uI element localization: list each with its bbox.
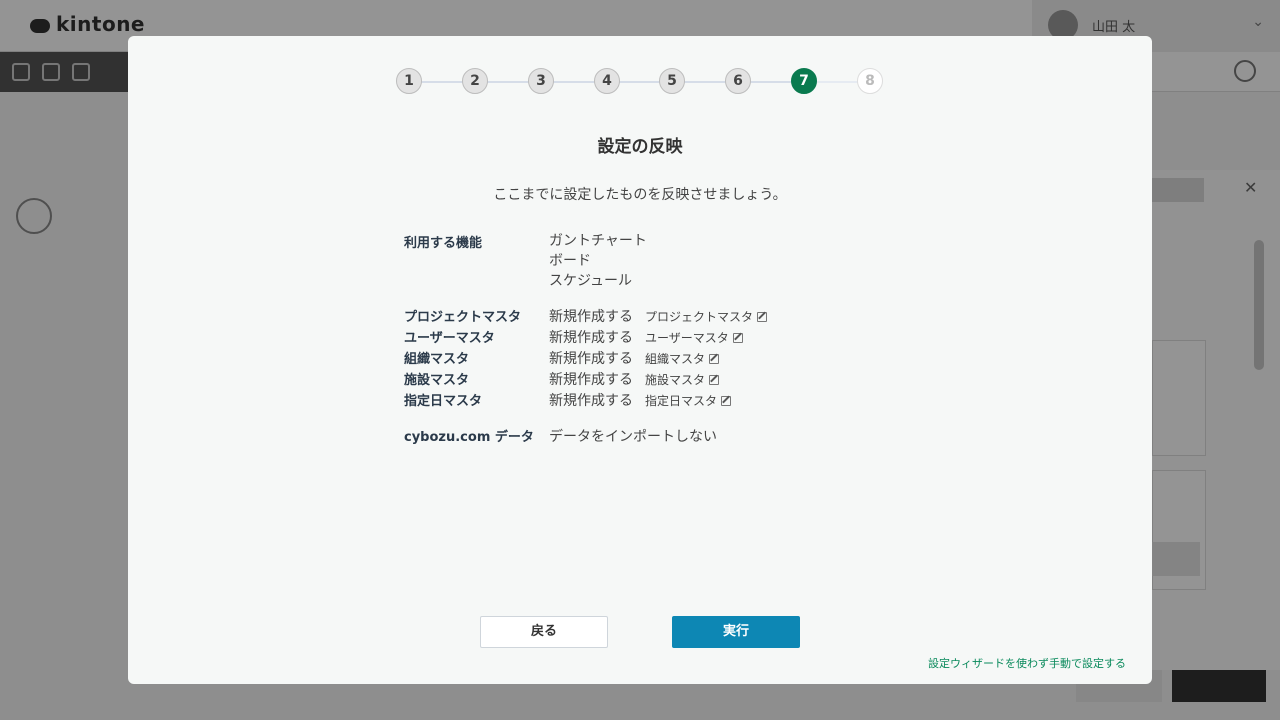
cybozu-data-value: データをインポートしない	[549, 429, 717, 445]
master-name-date[interactable]: 指定日マスタ	[645, 392, 732, 409]
step-8: 8	[857, 68, 883, 94]
master-label-facility: 施設マスタ	[404, 373, 470, 388]
master-action-date: 新規作成する	[549, 393, 633, 409]
step-7: 7	[791, 68, 817, 94]
step-6[interactable]: 6	[725, 68, 751, 94]
features-label: 利用する機能	[404, 236, 483, 251]
dialog-title: 設定の反映	[597, 137, 683, 157]
master-name-organization[interactable]: 組織マスタ	[645, 350, 720, 367]
master-name-user[interactable]: ユーザーマスタ	[645, 329, 743, 346]
step-2[interactable]: 2	[462, 68, 488, 94]
step-4[interactable]: 4	[594, 68, 620, 94]
feature-item: スケジュール	[549, 273, 633, 289]
master-action-project: 新規作成する	[549, 309, 633, 325]
master-label-user: ユーザーマスタ	[404, 331, 495, 346]
master-label-date: 指定日マスタ	[404, 394, 483, 409]
setup-wizard-dialog: 1 2 3 4 5 6 7 8 設定の反映 ここまでに設定したものを反映させまし…	[128, 36, 1152, 684]
master-name-project[interactable]: プロジェクトマスタ	[645, 308, 768, 325]
run-button[interactable]: 実行	[672, 616, 800, 648]
master-action-organization: 新規作成する	[549, 351, 633, 367]
master-action-facility: 新規作成する	[549, 372, 633, 388]
edit-icon[interactable]	[721, 396, 732, 406]
back-button[interactable]: 戻る	[480, 616, 608, 648]
master-action-user: 新規作成する	[549, 330, 633, 346]
feature-item: ガントチャート	[549, 233, 647, 249]
master-label-project: プロジェクトマスタ	[404, 310, 522, 325]
edit-icon[interactable]	[709, 375, 720, 385]
wizard-stepper: 1 2 3 4 5 6 7 8	[396, 68, 884, 96]
master-name-facility[interactable]: 施設マスタ	[645, 371, 720, 388]
edit-icon[interactable]	[732, 333, 743, 343]
edit-icon[interactable]	[757, 312, 768, 322]
manual-setup-link[interactable]: 設定ウィザードを使わず手動で設定する	[928, 655, 1126, 671]
step-1[interactable]: 1	[396, 68, 422, 94]
step-3[interactable]: 3	[528, 68, 554, 94]
cybozu-data-label: cybozu.com データ	[404, 430, 534, 445]
edit-icon[interactable]	[709, 354, 720, 364]
master-label-organization: 組織マスタ	[404, 352, 470, 367]
step-5[interactable]: 5	[659, 68, 685, 94]
dialog-subtitle: ここまでに設定したものを反映させましょう。	[493, 187, 787, 203]
feature-item: ボード	[549, 253, 591, 269]
